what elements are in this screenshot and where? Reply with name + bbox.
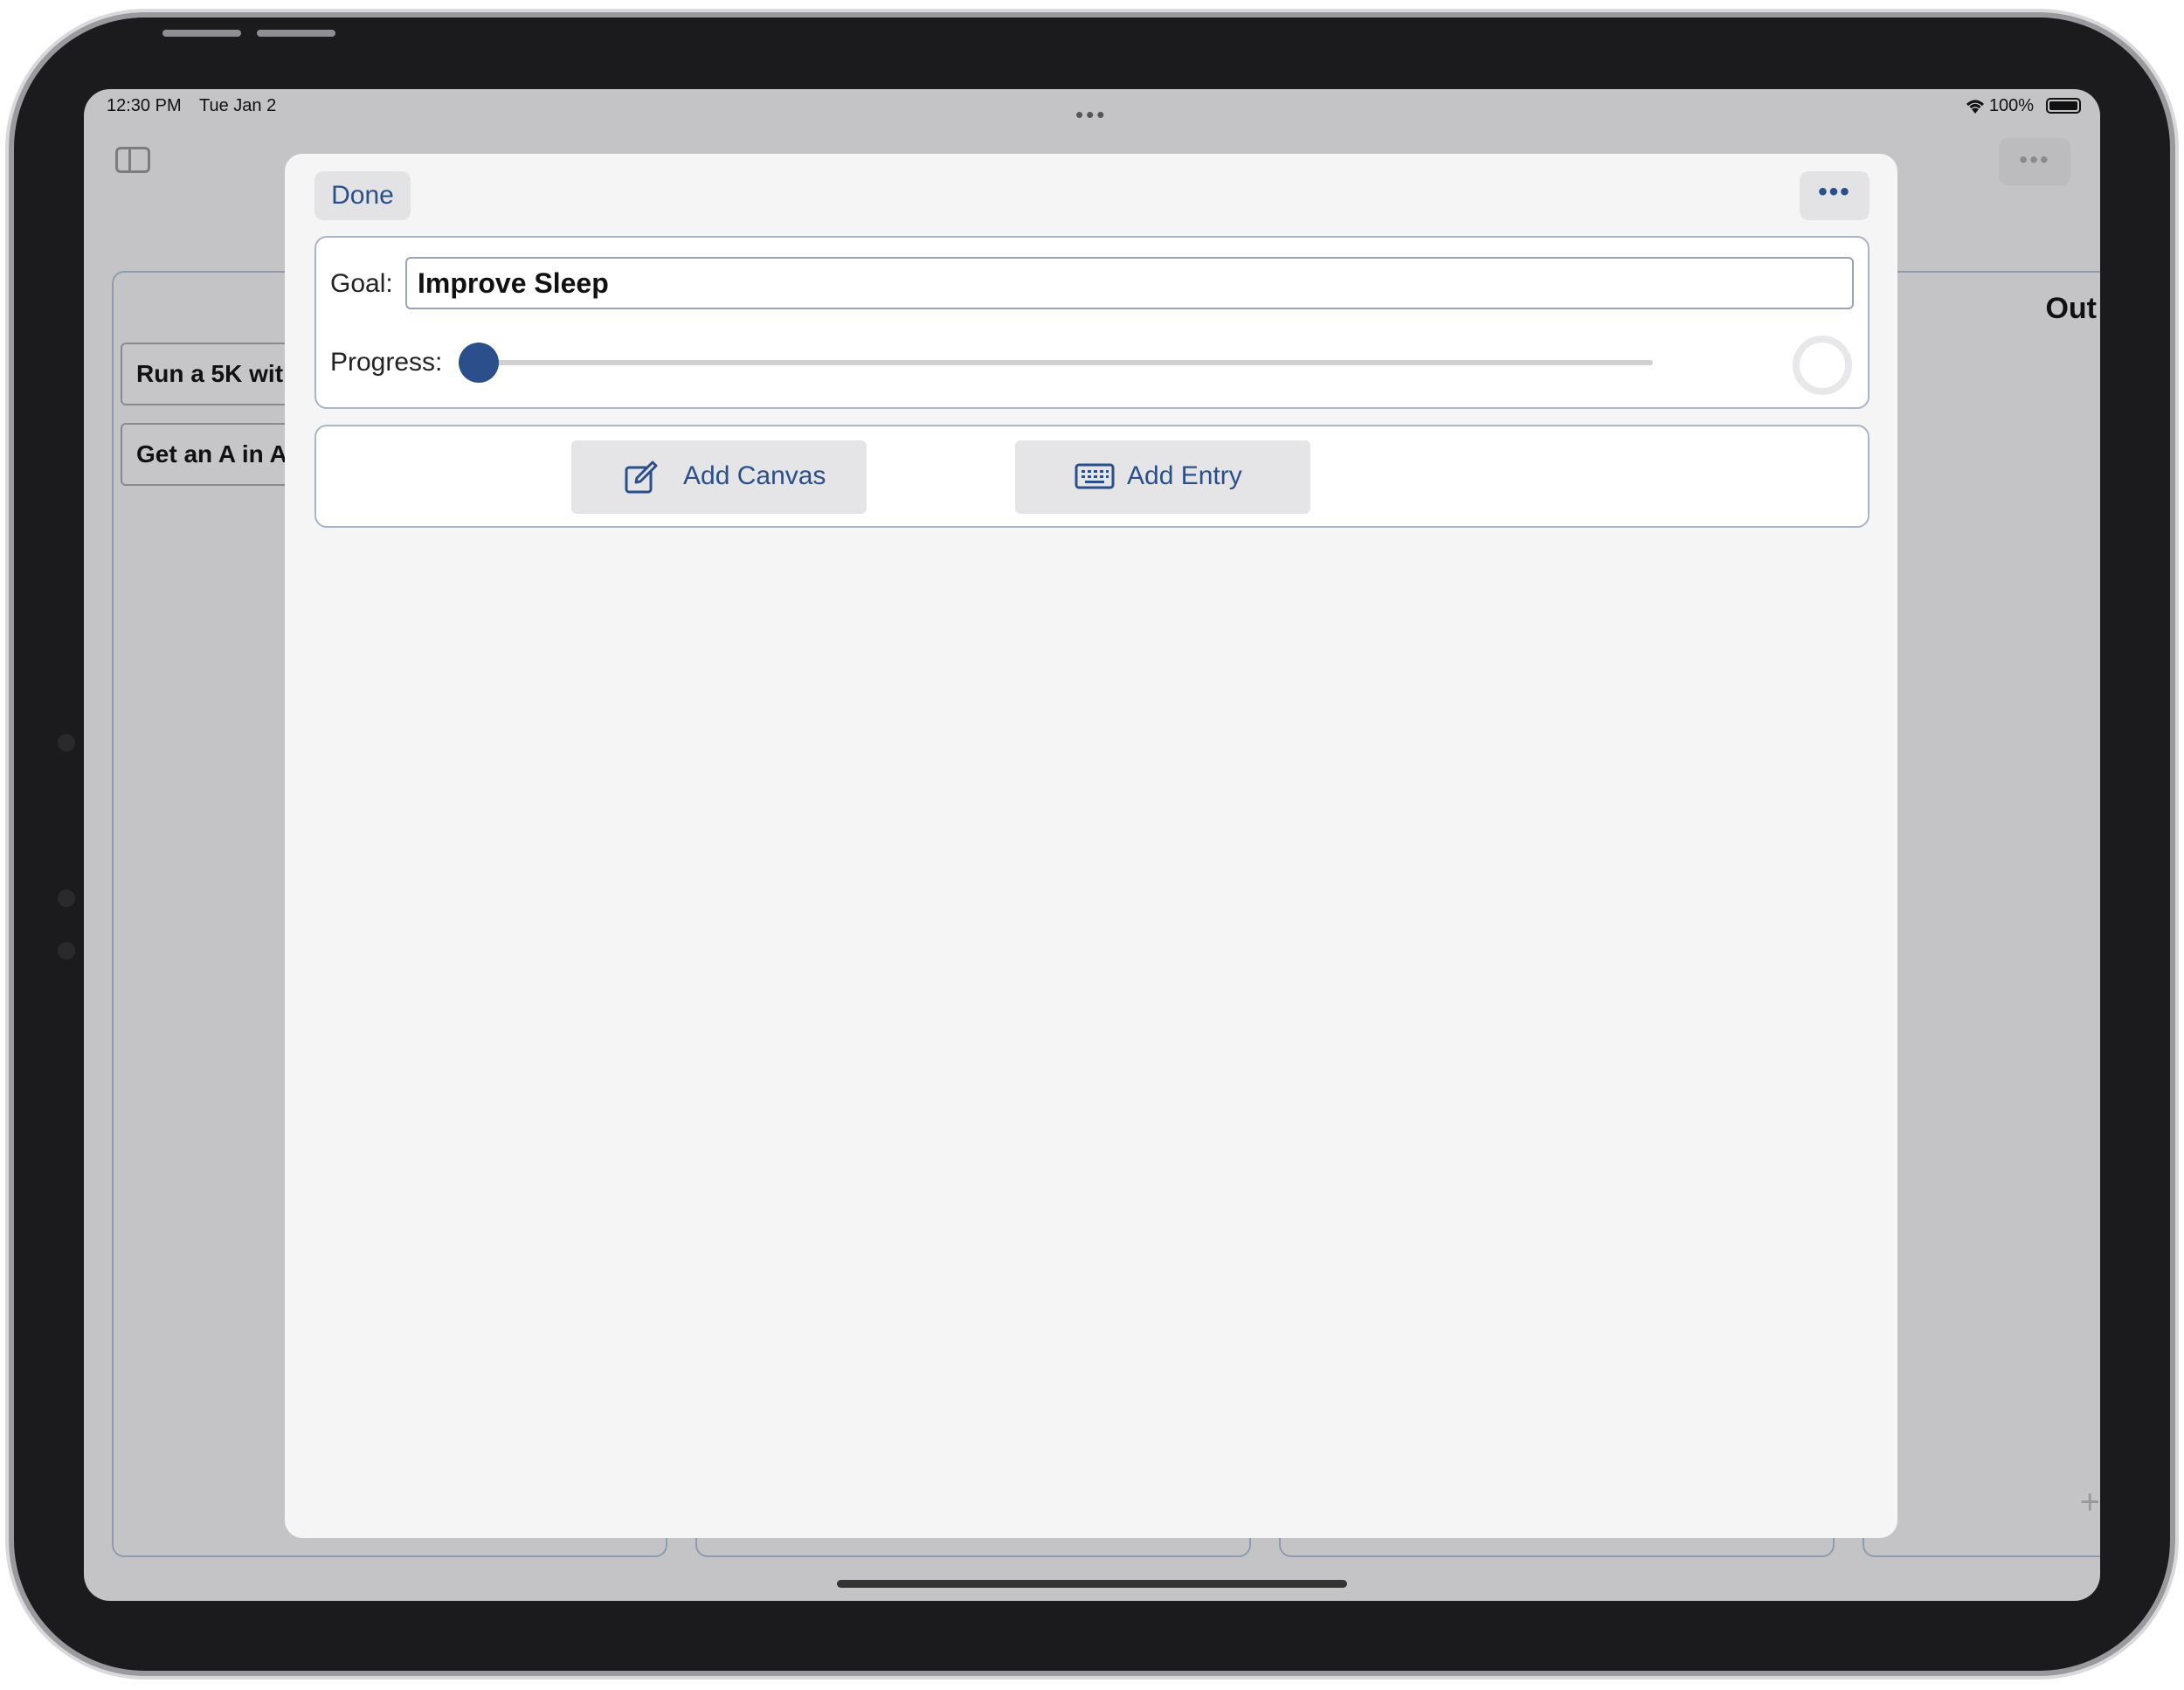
done-button[interactable]: Done — [314, 171, 411, 220]
progress-ring-icon — [1793, 336, 1852, 395]
actions-bar: Add Canvas Add Entry — [314, 425, 1870, 528]
add-canvas-button[interactable]: Add Canvas — [571, 440, 867, 514]
more-options-button[interactable]: ••• — [1800, 171, 1870, 220]
goal-form: Goal: Progress: — [314, 236, 1870, 409]
compose-icon — [624, 460, 659, 502]
keyboard-icon — [1075, 463, 1115, 496]
sidebar-toggle-icon[interactable] — [115, 147, 150, 173]
progress-slider[interactable] — [459, 343, 1653, 383]
add-entry-button[interactable]: Add Entry — [1015, 440, 1310, 514]
board-column — [1863, 271, 2100, 1557]
camera-dot — [58, 734, 75, 751]
volume-button — [257, 30, 335, 37]
status-time: 12:30 PM — [107, 96, 182, 115]
add-entry-label: Add Entry — [1127, 461, 1242, 490]
status-date: Tue Jan 2 — [199, 96, 277, 115]
add-canvas-label: Add Canvas — [683, 461, 826, 490]
camera-dot — [58, 890, 75, 907]
multitasking-dots-icon[interactable]: ••• — [1075, 101, 1107, 128]
battery-icon — [2046, 98, 2081, 114]
battery-percent: 100% — [1988, 96, 2034, 115]
progress-label: Progress: — [330, 348, 443, 377]
background-more-button[interactable]: ••• — [1999, 138, 2070, 185]
goal-detail-sheet: Done ••• Goal: Progress: Add Canvas — [285, 154, 1897, 1538]
volume-button — [162, 30, 241, 37]
progress-slider-thumb[interactable] — [459, 343, 499, 383]
goal-name-field[interactable] — [405, 257, 1854, 309]
goal-label: Goal: — [330, 269, 393, 298]
home-indicator[interactable] — [837, 1580, 1347, 1588]
camera-dot — [58, 942, 75, 959]
add-icon[interactable]: + — [2080, 1483, 2100, 1522]
column-title: Out — [2045, 292, 2097, 325]
wifi-icon — [1964, 96, 1987, 120]
